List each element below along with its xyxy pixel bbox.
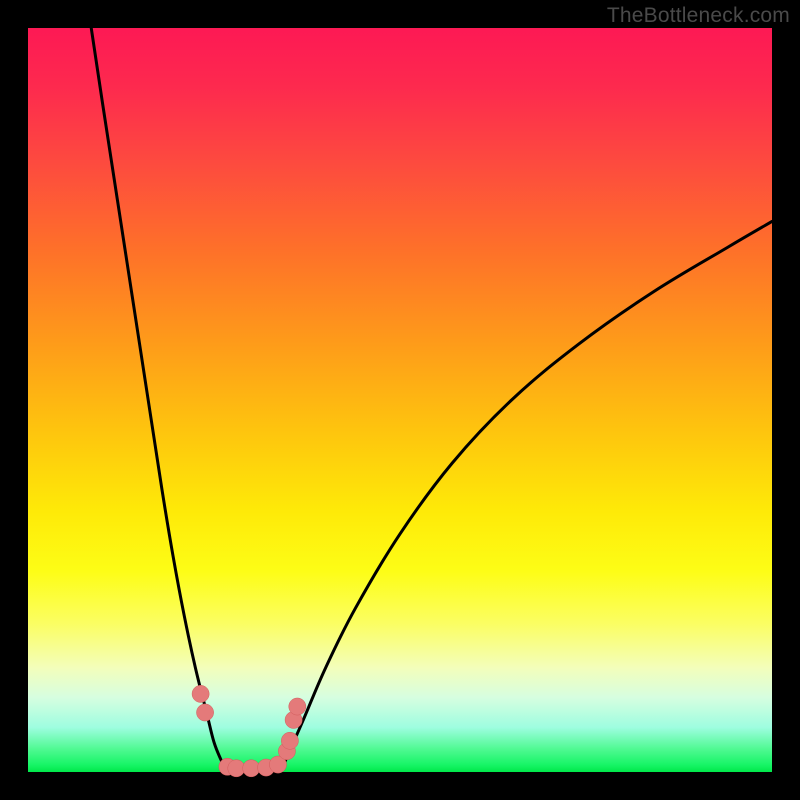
marker-point: [192, 685, 209, 702]
marker-point: [289, 698, 306, 715]
marker-point: [243, 760, 260, 777]
marker-point: [197, 704, 214, 721]
bottleneck-curve: [91, 28, 772, 773]
plot-area: [28, 28, 772, 772]
watermark-text: TheBottleneck.com: [607, 4, 790, 28]
chart-frame: TheBottleneck.com: [0, 0, 800, 800]
curve-svg: [28, 28, 772, 772]
marker-point: [281, 732, 298, 749]
curve-markers: [192, 685, 306, 777]
marker-point: [228, 760, 245, 777]
